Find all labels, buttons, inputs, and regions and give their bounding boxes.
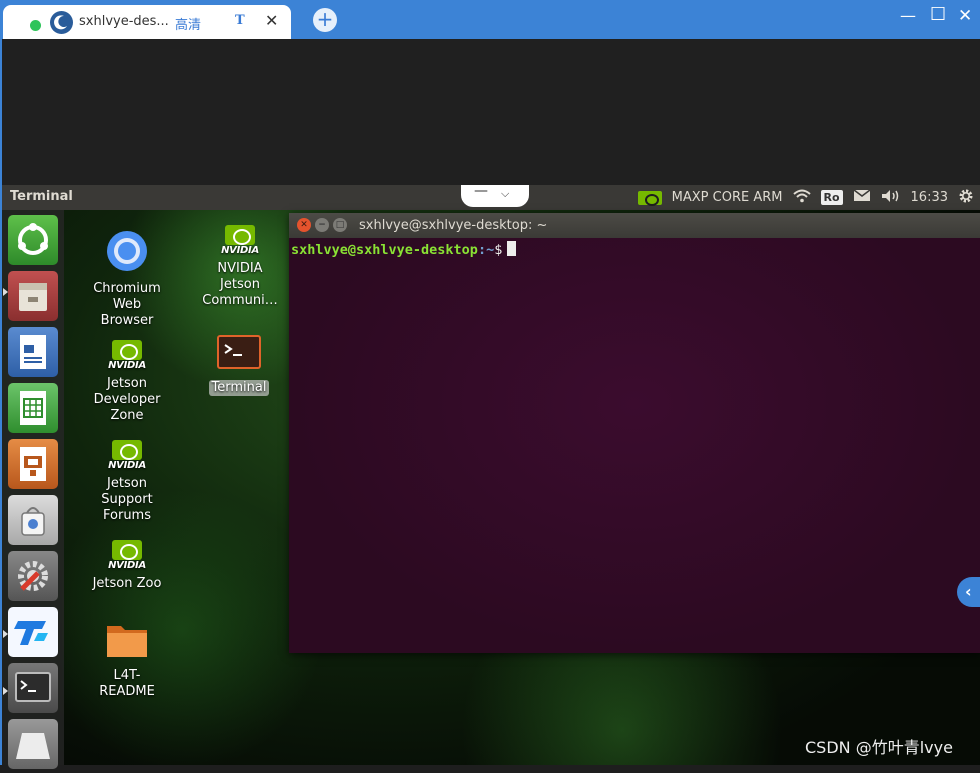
desktop-icon-label: Jetson Support Forums (101, 476, 153, 523)
terminal-window[interactable]: ✕ − □ sxhlvye@sxhlvye-desktop: ~ sxhlvye… (289, 213, 980, 653)
terminal-maximize-icon[interactable]: □ (333, 218, 347, 232)
desktop-icon-chromium[interactable]: Chromium Web Browser (85, 229, 169, 329)
prompt-user-host: sxhlvye@sxhlvye-desktop (291, 242, 478, 258)
volume-icon[interactable] (881, 189, 901, 207)
nvidia-logo-icon: NVIDIA (108, 340, 146, 371)
launcher-files-icon[interactable] (8, 271, 58, 321)
clock[interactable]: 16:33 (911, 190, 948, 205)
text-mode-button[interactable]: T (235, 13, 245, 28)
desktop-icon-jetson-zoo[interactable]: NVIDIA Jetson Zoo (85, 540, 169, 592)
remote-toolbar-notch[interactable]: — ⌵ (461, 183, 529, 207)
desktop-icon-label: Jetson Developer Zone (93, 376, 161, 423)
connection-status-dot (30, 20, 41, 31)
launcher-writer-icon[interactable] (8, 327, 58, 377)
nvidia-logo-icon: NVIDIA (108, 540, 146, 571)
nvidia-logo-icon: NVIDIA (108, 440, 146, 471)
prompt-symbol: $ (494, 242, 503, 258)
power-mode-label[interactable]: MAXP CORE ARM (672, 190, 783, 205)
desktop-icon-nvidia-community[interactable]: NVIDIA NVIDIA Jetson Communi… (198, 225, 282, 309)
active-app-title: Terminal (10, 189, 73, 204)
maximize-button[interactable]: ☐ (930, 4, 946, 25)
top-panel: Terminal — ⌵ MAXP CORE ARM Ro 16:33 (0, 183, 980, 210)
window-close-button[interactable]: ✕ (958, 6, 972, 26)
unity-launcher (2, 210, 64, 769)
terminal-titlebar[interactable]: ✕ − □ sxhlvye@sxhlvye-desktop: ~ (289, 213, 980, 238)
prompt-path: :~ (477, 242, 495, 258)
terminal-minimize-icon[interactable]: − (315, 218, 329, 232)
launcher-settings-icon[interactable] (8, 551, 58, 601)
text-cursor (507, 241, 517, 256)
launcher-software-center-icon[interactable] (8, 495, 58, 545)
mail-icon[interactable] (853, 189, 871, 206)
chevron-down-icon[interactable]: ⌵ (501, 187, 509, 201)
watermark: CSDN @竹叶青lvye (805, 738, 953, 757)
nvidia-power-icon[interactable] (637, 190, 662, 206)
wifi-icon[interactable] (792, 189, 811, 207)
quality-hd-button[interactable]: 高清 (175, 14, 201, 33)
desktop-icon-label: Terminal (208, 380, 270, 396)
desktop-icon-label: L4T-README (99, 668, 155, 699)
desktop-icon-terminal[interactable]: Terminal (197, 334, 281, 396)
desktop-icon-label: Jetson Zoo (92, 576, 162, 591)
moon-favicon-icon (50, 11, 73, 34)
launcher-ubuntu-dash-icon[interactable] (8, 215, 58, 265)
launcher-terminal-icon[interactable] (8, 663, 58, 713)
desktop-icon-support-forums[interactable]: NVIDIA Jetson Support Forums (85, 440, 169, 524)
desktop-icon-label: NVIDIA Jetson Communi… (202, 261, 278, 308)
browser-tab[interactable]: sxhlvye-des... 高清 T ✕ (3, 5, 291, 39)
desktop-icon-label: Chromium Web Browser (93, 281, 161, 328)
desktop-icon-l4t-readme[interactable]: L4T-README (85, 620, 169, 700)
terminal-body[interactable]: sxhlvye@sxhlvye-desktop:~$ (289, 238, 980, 653)
folder-icon (85, 620, 169, 665)
launcher-calc-icon[interactable] (8, 383, 58, 433)
launcher-drive-icon[interactable] (8, 719, 58, 769)
nvidia-logo-icon: NVIDIA (221, 225, 259, 256)
terminal-close-icon[interactable]: ✕ (297, 218, 311, 232)
launcher-impress-icon[interactable] (8, 439, 58, 489)
chromium-icon (85, 229, 169, 278)
tab-close-icon[interactable]: ✕ (265, 11, 278, 30)
desktop-icon-developer-zone[interactable]: NVIDIA Jetson Developer Zone (85, 340, 169, 424)
terminal-icon (197, 334, 281, 377)
side-panel-toggle[interactable]: ‹ (957, 577, 980, 607)
terminal-title: sxhlvye@sxhlvye-desktop: ~ (359, 218, 548, 233)
browser-tab-bar: sxhlvye-des... 高清 T ✕ + — ☐ ✕ (0, 0, 980, 39)
remote-view-blank-area (0, 39, 980, 185)
settings-gear-icon[interactable] (958, 188, 974, 208)
collapse-toolbar-icon[interactable]: — (474, 183, 488, 199)
minimize-button[interactable]: — (900, 6, 916, 25)
indicator-area: MAXP CORE ARM Ro 16:33 (637, 187, 974, 208)
keyboard-layout-indicator[interactable]: Ro (820, 190, 843, 205)
tab-title: sxhlvye-des... (79, 14, 169, 29)
new-tab-button[interactable]: + (313, 8, 337, 32)
launcher-todesk-icon[interactable] (8, 607, 58, 657)
